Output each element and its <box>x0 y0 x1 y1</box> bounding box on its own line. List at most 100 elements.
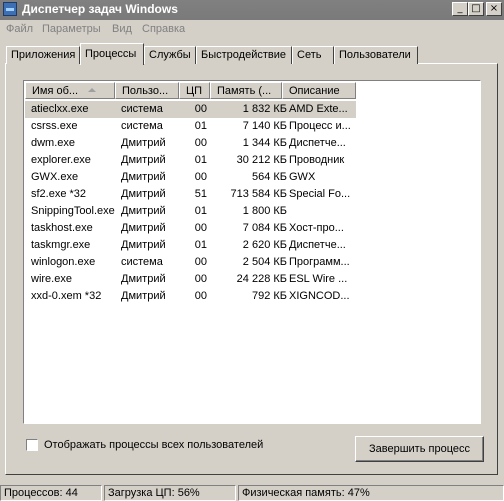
table-row[interactable]: winlogon.exe система 00 2 504 КБ Програм… <box>25 254 481 271</box>
column-header-description[interactable]: Описание <box>282 82 356 99</box>
process-description: XIGNCOD... <box>289 290 350 302</box>
sort-ascending-icon <box>88 88 96 92</box>
process-user: Дмитрий <box>121 171 166 183</box>
process-name: winlogon.exe <box>31 256 96 268</box>
status-process-count: Процессов: 44 <box>0 485 102 501</box>
process-cpu: 01 <box>194 120 207 132</box>
process-user: Дмитрий <box>121 154 166 166</box>
menu-view[interactable]: Вид <box>112 23 132 35</box>
process-description: ESL Wire ... <box>289 273 348 285</box>
process-memory: 564 КБ <box>251 171 287 183</box>
process-memory: 792 КБ <box>251 290 287 302</box>
table-row[interactable]: wire.exe Дмитрий 00 24 228 КБ ESL Wire .… <box>25 271 481 288</box>
status-bar: Процессов: 44 Загрузка ЦП: 56% Физическа… <box>0 483 504 501</box>
tab-performance[interactable]: Быстродействие <box>196 46 292 64</box>
table-row[interactable]: csrss.exe система 01 7 140 КБ Процесс и.… <box>25 118 481 135</box>
process-description: Special Fo... <box>289 188 351 200</box>
process-cpu: 00 <box>194 171 207 183</box>
process-user: Дмитрий <box>121 188 166 200</box>
table-row[interactable]: xxd-0.xem *32 Дмитрий 00 792 КБ XIGNCOD.… <box>25 288 481 305</box>
table-row[interactable]: GWX.exe Дмитрий 00 564 КБ GWX <box>25 169 481 186</box>
process-list[interactable]: Имя об... Пользо... ЦП Память (... Описа… <box>23 80 481 424</box>
process-cpu: 51 <box>194 188 207 200</box>
process-cpu: 00 <box>194 137 207 149</box>
task-manager-window: Диспетчер задач Windows _ □ × Файл Парам… <box>0 0 504 501</box>
process-description: Процесс и... <box>289 120 351 132</box>
process-name: taskmgr.exe <box>31 239 91 251</box>
menu-bar: Файл Параметры Вид Справка <box>0 20 504 40</box>
process-cpu: 01 <box>194 239 207 251</box>
process-description: AMD Exte... <box>289 103 348 115</box>
process-cpu: 00 <box>194 256 207 268</box>
process-memory: 1 800 КБ <box>242 205 287 217</box>
window-title: Диспетчер задач Windows <box>22 2 178 16</box>
tab-network[interactable]: Сеть <box>292 46 334 64</box>
process-name: explorer.exe <box>31 154 91 166</box>
process-user: система <box>121 103 163 115</box>
process-user: Дмитрий <box>121 205 166 217</box>
table-row[interactable]: atieclxx.exe система 00 1 832 КБ AMD Ext… <box>25 101 356 118</box>
process-name: GWX.exe <box>31 171 79 183</box>
process-cpu: 00 <box>194 290 207 302</box>
table-row[interactable]: SnippingTool.exe Дмитрий 01 1 800 КБ <box>25 203 481 220</box>
process-cpu: 01 <box>194 205 207 217</box>
table-row[interactable]: explorer.exe Дмитрий 01 30 212 КБ Провод… <box>25 152 481 169</box>
table-row[interactable]: taskmgr.exe Дмитрий 01 2 620 КБ Диспетче… <box>25 237 481 254</box>
process-user: Дмитрий <box>121 273 166 285</box>
process-user: Дмитрий <box>121 239 166 251</box>
process-memory: 1 832 КБ <box>242 103 287 115</box>
process-description: GWX <box>289 171 316 183</box>
process-rows: atieclxx.exe система 00 1 832 КБ AMD Ext… <box>25 101 481 305</box>
process-name: sf2.exe *32 <box>31 188 87 200</box>
process-user: Дмитрий <box>121 290 166 302</box>
column-header-name-label: Имя об... <box>32 85 79 97</box>
process-user: система <box>121 120 163 132</box>
process-memory: 24 228 КБ <box>236 273 287 285</box>
process-name: atieclxx.exe <box>31 103 89 115</box>
process-description: Хост-про... <box>289 222 344 234</box>
table-row[interactable]: sf2.exe *32 Дмитрий 51 713 584 КБ Specia… <box>25 186 481 203</box>
process-name: taskhost.exe <box>31 222 93 234</box>
column-header-memory[interactable]: Память (... <box>210 82 282 99</box>
process-description: Диспетче... <box>289 137 346 149</box>
process-memory: 30 212 КБ <box>236 154 287 166</box>
process-cpu: 00 <box>194 103 207 115</box>
show-all-processes-checkbox[interactable] <box>26 439 38 451</box>
process-description: Проводник <box>289 154 345 166</box>
task-manager-icon <box>3 2 17 16</box>
tab-users[interactable]: Пользователи <box>334 46 418 64</box>
title-bar[interactable]: Диспетчер задач Windows _ □ × <box>0 0 504 20</box>
status-physical-memory: Физическая память: 47% <box>238 485 504 501</box>
process-memory: 1 344 КБ <box>242 137 287 149</box>
process-memory: 2 620 КБ <box>242 239 287 251</box>
menu-help[interactable]: Справка <box>142 23 185 35</box>
process-description: Программ... <box>289 256 350 268</box>
close-button[interactable]: × <box>486 2 502 16</box>
process-user: Дмитрий <box>121 222 166 234</box>
tab-services[interactable]: Службы <box>144 46 196 64</box>
menu-options[interactable]: Параметры <box>42 23 101 35</box>
show-all-processes-label[interactable]: Отображать процессы всех пользователей <box>44 439 263 451</box>
maximize-button[interactable]: □ <box>468 2 484 16</box>
process-name: xxd-0.xem *32 <box>31 290 102 302</box>
process-memory: 713 584 КБ <box>230 188 287 200</box>
process-name: csrss.exe <box>31 120 78 132</box>
process-cpu: 01 <box>194 154 207 166</box>
minimize-button[interactable]: _ <box>452 2 468 16</box>
process-name: SnippingTool.exe <box>31 205 115 217</box>
process-memory: 2 504 КБ <box>242 256 287 268</box>
end-process-button[interactable]: Завершить процесс <box>355 436 484 462</box>
tab-processes[interactable]: Процессы <box>80 43 144 65</box>
column-header-name[interactable]: Имя об... <box>25 82 115 99</box>
process-name: dwm.exe <box>31 137 76 149</box>
process-user: система <box>121 256 163 268</box>
tab-applications[interactable]: Приложения <box>6 46 80 64</box>
table-row[interactable]: taskhost.exe Дмитрий 00 7 084 КБ Хост-пр… <box>25 220 481 237</box>
menu-file[interactable]: Файл <box>6 23 33 35</box>
column-header-cpu[interactable]: ЦП <box>179 82 210 99</box>
process-description: Диспетче... <box>289 239 346 251</box>
process-name: wire.exe <box>31 273 72 285</box>
column-header-user[interactable]: Пользо... <box>115 82 179 99</box>
process-memory: 7 140 КБ <box>242 120 287 132</box>
table-row[interactable]: dwm.exe Дмитрий 00 1 344 КБ Диспетче... <box>25 135 481 152</box>
